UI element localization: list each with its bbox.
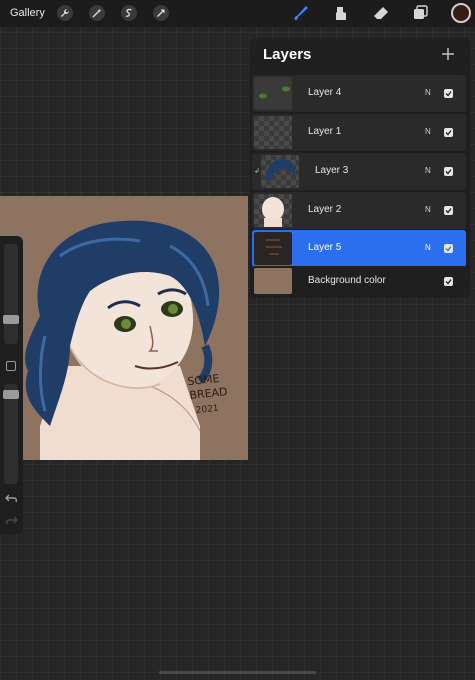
layer-name: Background color (308, 275, 386, 286)
left-sidebar (0, 236, 23, 534)
visibility-checkbox[interactable] (444, 167, 453, 176)
layer-row-layer-2[interactable]: Layer 2 N (252, 192, 466, 229)
layers-panel: Layers Layer 4 N Layer 1 N ↲ Layer 3 N L… (250, 38, 470, 298)
selection-icon[interactable] (121, 5, 137, 21)
canvas-artwork[interactable]: SOME BREAD 2021 (0, 196, 248, 460)
clipping-mask-icon: ↲ (254, 168, 260, 175)
layer-name: Layer 1 (308, 126, 342, 137)
visibility-checkbox[interactable] (444, 89, 453, 98)
blend-mode-button[interactable]: N (425, 88, 431, 97)
transform-arrow-icon[interactable] (153, 5, 169, 21)
layer-name: Layer 2 (308, 204, 342, 215)
brush-icon[interactable] (292, 4, 310, 22)
layer-row-layer-3[interactable]: ↲ Layer 3 N (252, 153, 466, 190)
layer-thumbnail (254, 232, 292, 265)
layers-icon[interactable] (412, 4, 430, 22)
color-picker-button[interactable] (451, 3, 471, 23)
visibility-checkbox[interactable] (444, 206, 453, 215)
magic-wand-icon[interactable] (89, 5, 105, 21)
visibility-checkbox[interactable] (444, 244, 453, 253)
brush-size-thumb[interactable] (3, 315, 19, 324)
svg-text:BREAD: BREAD (189, 385, 228, 402)
layer-row-layer-4[interactable]: Layer 4 N (252, 75, 466, 112)
blend-mode-button[interactable]: N (425, 127, 431, 136)
blend-mode-button[interactable]: N (425, 205, 431, 214)
layer-name: Layer 5 (308, 242, 342, 253)
home-indicator[interactable] (159, 671, 316, 674)
portrait-illustration: SOME BREAD 2021 (25, 220, 228, 460)
undo-icon[interactable] (5, 492, 18, 505)
layer-row-layer-1[interactable]: Layer 1 N (252, 114, 466, 151)
visibility-checkbox[interactable] (444, 128, 453, 137)
background-color-swatch[interactable] (254, 268, 292, 294)
layer-name: Layer 4 (308, 87, 342, 98)
visibility-checkbox[interactable] (444, 277, 453, 286)
layer-thumbnail (254, 194, 292, 227)
modify-button[interactable] (6, 361, 16, 371)
layers-title: Layers (263, 46, 312, 63)
layer-row-background-color[interactable]: Background color (252, 266, 466, 296)
gallery-button[interactable]: Gallery (10, 7, 45, 19)
blend-mode-button[interactable]: N (425, 243, 431, 252)
plus-icon[interactable] (440, 46, 456, 62)
top-toolbar: Gallery (0, 0, 475, 27)
eraser-icon[interactable] (372, 4, 390, 22)
opacity-thumb[interactable] (3, 390, 19, 399)
layer-row-layer-5[interactable]: Layer 5 N (252, 230, 466, 267)
redo-icon[interactable] (5, 514, 18, 527)
smudge-icon[interactable] (332, 4, 350, 22)
wrench-icon[interactable] (57, 5, 73, 21)
layer-thumbnail (254, 116, 292, 149)
layer-thumbnail (261, 155, 299, 188)
svg-text:2021: 2021 (195, 404, 219, 416)
layer-name: Layer 3 (315, 165, 349, 176)
brush-size-slider[interactable] (3, 244, 19, 344)
blend-mode-button[interactable]: N (425, 166, 431, 175)
opacity-slider[interactable] (3, 384, 19, 484)
layer-thumbnail (254, 77, 292, 110)
